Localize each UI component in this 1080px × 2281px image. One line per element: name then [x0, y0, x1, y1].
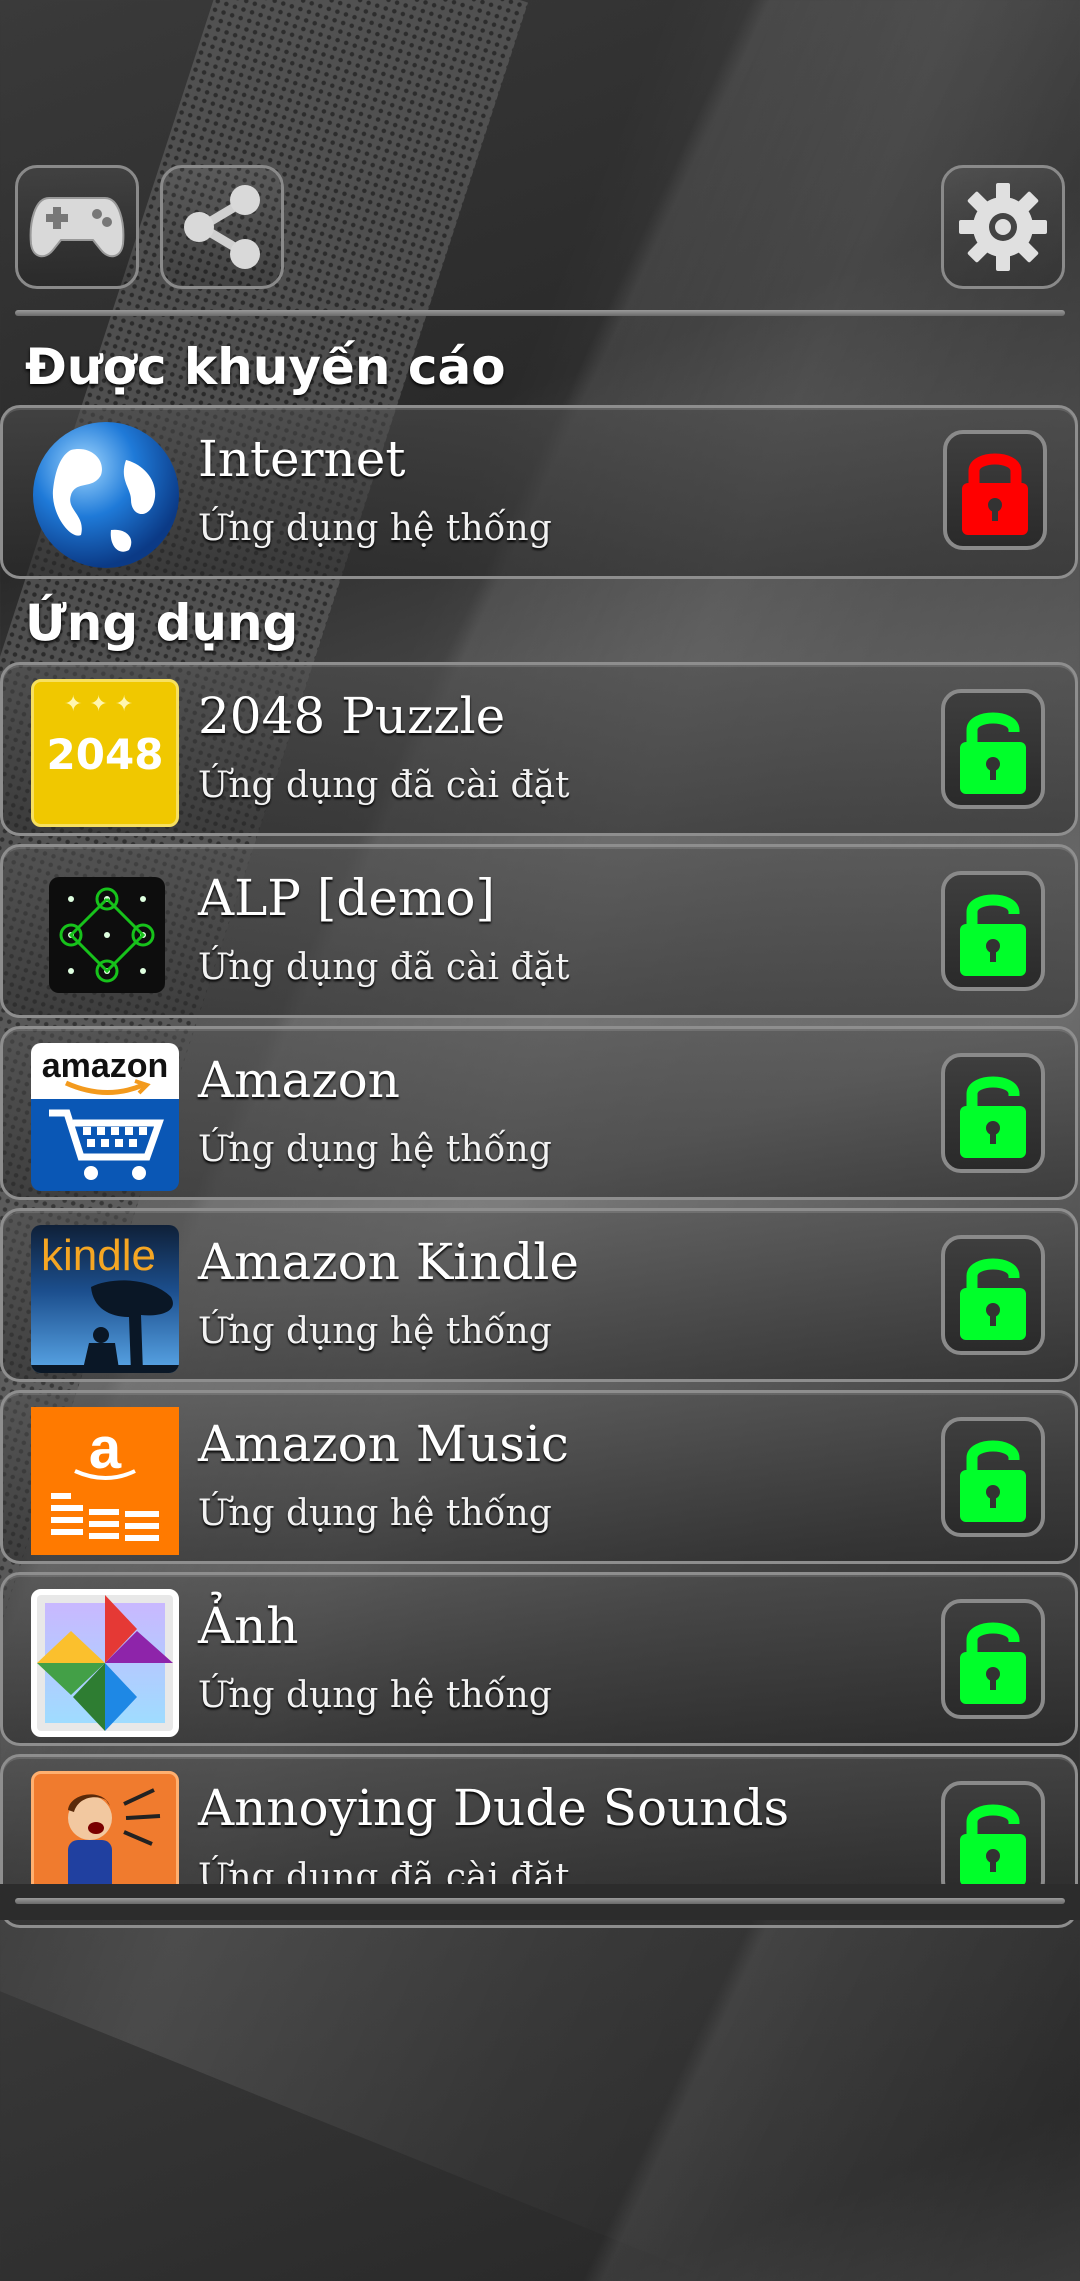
2048-icon: ✦ ✦ ✦ 2048 [31, 679, 179, 827]
globe-icon [31, 420, 181, 570]
app-row-internet[interactable]: Internet Ứng dụng hệ thống [0, 405, 1078, 579]
app-subtitle: Ứng dụng hệ thống [198, 1129, 552, 1170]
app-row-amazon[interactable]: amazon Amazon Ứng dụng hệ thống [0, 1026, 1078, 1200]
lock-open-icon [960, 1440, 1026, 1522]
app-title: Amazon Music [198, 1415, 569, 1473]
lock-open-icon [960, 712, 1026, 794]
icon-label: 2048 [46, 730, 164, 779]
lock-open-icon [960, 1622, 1026, 1704]
app-title: Amazon Kindle [198, 1233, 580, 1291]
app-subtitle: Ứng dụng đã cài đặt [198, 765, 570, 806]
photos-pinwheel-icon [31, 1589, 179, 1737]
section-title-recommended: Được khuyến cáo [25, 338, 506, 396]
lock-toggle-button[interactable] [941, 1781, 1045, 1901]
toolbar [15, 165, 1065, 293]
app-title: Internet [198, 430, 406, 488]
bottom-divider [15, 1898, 1065, 1904]
app-row-alp-demo[interactable]: ALP [demo] Ứng dụng đã cài đặt [0, 844, 1078, 1018]
app-title: 2048 Puzzle [198, 687, 506, 745]
app-row-2048-puzzle[interactable]: ✦ ✦ ✦ 2048 2048 Puzzle Ứng dụng đã cài đ… [0, 662, 1078, 836]
lock-toggle-button[interactable] [941, 1235, 1045, 1355]
toolbar-divider [15, 310, 1065, 316]
lock-open-icon [960, 894, 1026, 976]
settings-button[interactable] [941, 165, 1065, 289]
lock-toggle-button[interactable] [941, 1599, 1045, 1719]
lock-open-icon [960, 1258, 1026, 1340]
app-subtitle: Ứng dụng hệ thống [198, 1675, 552, 1716]
gear-icon [959, 183, 1047, 271]
lock-toggle-button[interactable] [941, 871, 1045, 991]
share-button[interactable] [160, 165, 284, 289]
kindle-icon: kindle [31, 1225, 179, 1373]
lock-toggle-button[interactable] [941, 689, 1045, 809]
share-icon [184, 185, 260, 269]
app-row-amazon-kindle[interactable]: kindle Amazon Kindle Ứng dụng hệ thống [0, 1208, 1078, 1382]
bottom-bar [0, 1884, 1080, 1920]
app-subtitle: Ứng dụng đã cài đặt [198, 947, 570, 988]
gamepad-icon [29, 197, 125, 258]
app-title: Ảnh [198, 1597, 299, 1655]
app-title: Amazon [198, 1051, 400, 1109]
lock-toggle-button[interactable] [943, 430, 1047, 550]
app-row-amazon-music[interactable]: a Amazon Music Ứng dụng hệ thống [0, 1390, 1078, 1564]
lock-open-icon [960, 1804, 1026, 1886]
icon-label: kindle [41, 1231, 156, 1280]
app-subtitle: Ứng dụng hệ thống [198, 1493, 552, 1534]
games-button[interactable] [15, 165, 139, 289]
app-title: ALP [demo] [198, 869, 495, 927]
amazon-music-icon: a [31, 1407, 179, 1555]
app-title: Annoying Dude Sounds [198, 1779, 790, 1837]
app-row-photos[interactable]: Ảnh Ứng dụng hệ thống [0, 1572, 1078, 1746]
lock-closed-icon [962, 453, 1028, 535]
lock-open-icon [960, 1076, 1026, 1158]
lock-toggle-button[interactable] [941, 1417, 1045, 1537]
amazon-cart-icon: amazon [31, 1043, 179, 1191]
app-subtitle: Ứng dụng hệ thống [198, 508, 552, 549]
lock-toggle-button[interactable] [941, 1053, 1045, 1173]
section-title-apps: Ứng dụng [25, 594, 299, 652]
app-subtitle: Ứng dụng hệ thống [198, 1311, 552, 1352]
pattern-lock-icon [49, 877, 165, 993]
